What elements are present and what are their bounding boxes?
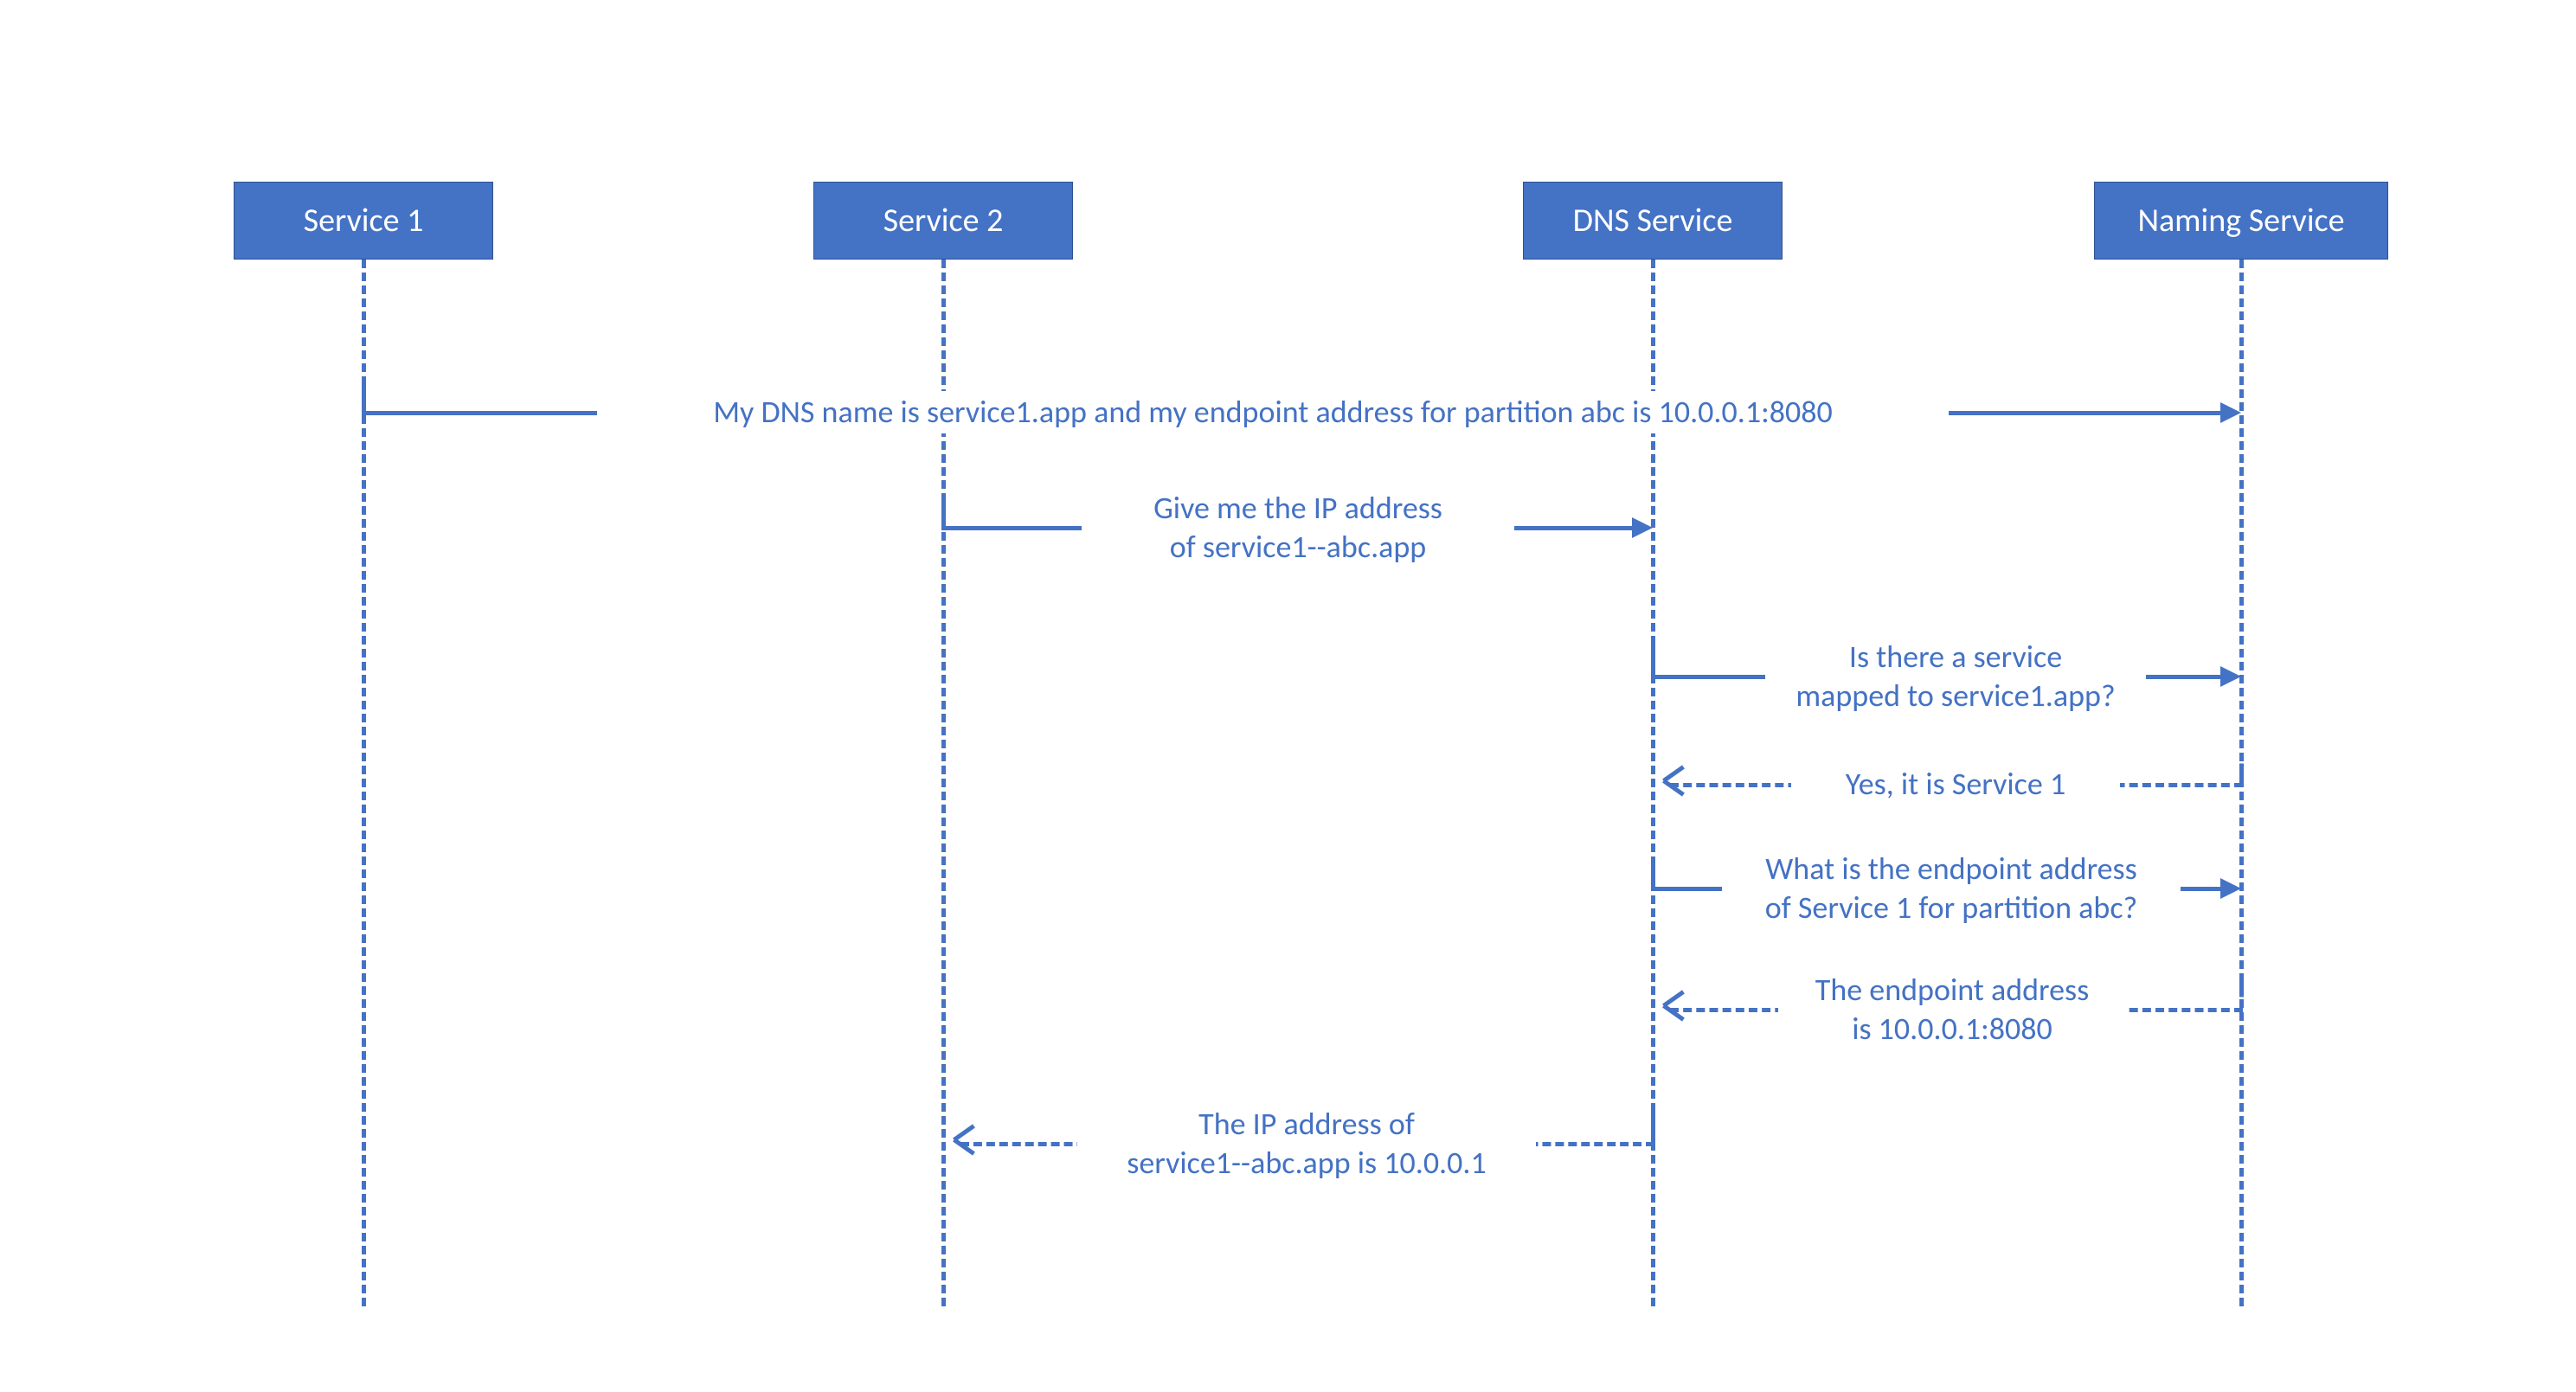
participant-service-2: Service 2 [813,182,1073,260]
message-text-line2: of service1--abc.app [1170,528,1426,566]
message-label: Give me the IP address of service1--abc.… [1082,487,1514,568]
message-text-line2: is 10.0.0.1:8080 [1852,1010,2052,1048]
participant-label: Service 2 [883,201,1004,241]
message-text-line1: The endpoint address [1815,971,2089,1009]
message-stem [2239,978,2244,1008]
message-stem [1651,1112,1655,1142]
message-label: What is the endpoint address of Service … [1722,848,2181,929]
message-label: The endpoint address is 10.0.0.1:8080 [1778,969,2126,1050]
arrowhead-right-icon [2220,402,2241,423]
participant-naming-service: Naming Service [2094,182,2388,260]
message-stem [941,496,946,526]
message-label: The IP address of service1--abc.app is 1… [1077,1103,1536,1184]
lifeline-service-1 [362,260,366,1306]
message-text-line2: mapped to service1.app? [1795,677,2115,715]
arrowhead-right-icon [2220,666,2241,687]
message-stem [2239,753,2244,783]
participant-service-1: Service 1 [234,182,493,260]
message-stem [1651,856,1655,887]
message-label: My DNS name is service1.app and my endpo… [597,391,1949,433]
participant-label: Service 1 [304,201,424,241]
message-stem [362,381,366,411]
message-text: My DNS name is service1.app and my endpo… [713,393,1832,431]
participant-label: DNS Service [1573,201,1733,241]
arrowhead-right-icon [2220,878,2241,899]
message-text-line1: What is the endpoint address [1765,850,2136,888]
sequence-diagram: Service 1 Service 2 DNS Service Naming S… [0,0,2576,1392]
message-text-line1: Give me the IP address [1153,489,1442,527]
message-stem [1651,645,1655,675]
arrowhead-right-icon [1632,517,1653,538]
message-label: Yes, it is Service 1 [1791,763,2120,805]
message-text-line2: service1--abc.app is 10.0.0.1 [1127,1144,1486,1182]
message-text-line1: Is there a service [1849,638,2062,676]
message-text-line1: The IP address of [1198,1105,1415,1143]
participant-dns-service: DNS Service [1523,182,1783,260]
message-label: Is there a service mapped to service1.ap… [1765,636,2146,717]
participant-label: Naming Service [2137,201,2344,241]
message-text-line2: of Service 1 for partition abc? [1765,888,2137,927]
message-text: Yes, it is Service 1 [1846,765,2065,803]
